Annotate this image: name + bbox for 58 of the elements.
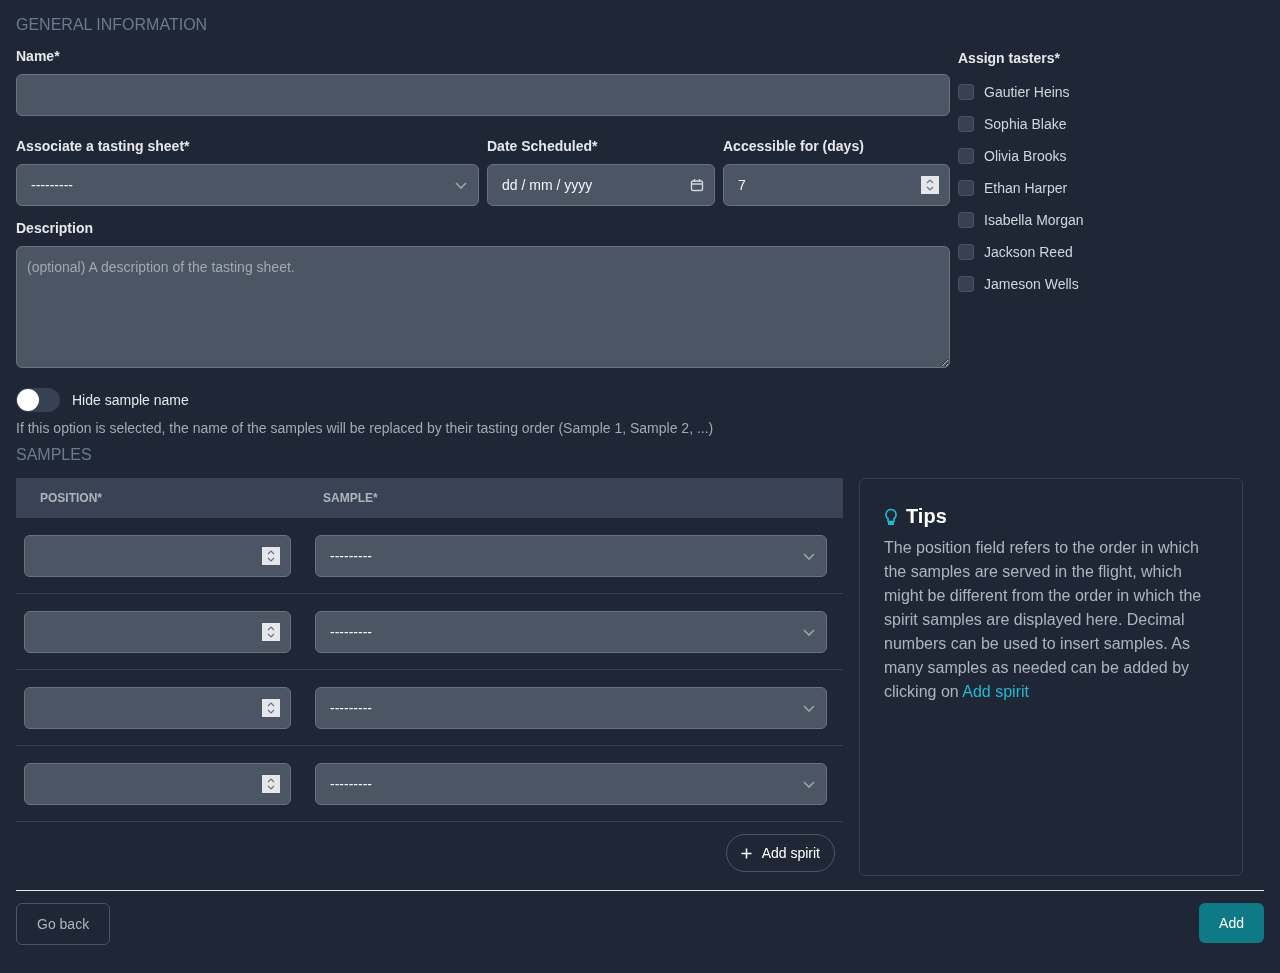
spinner-icon (921, 176, 939, 194)
taster-name: Jameson Wells (984, 276, 1079, 292)
sample-select[interactable]: --------- (315, 534, 827, 577)
add-spirit-link[interactable]: Add spirit (962, 683, 1029, 700)
checkbox[interactable] (958, 84, 974, 100)
checkbox[interactable] (958, 116, 974, 132)
checkbox[interactable] (958, 148, 974, 164)
add-button[interactable]: Add (1199, 903, 1264, 943)
chevron-down-icon (802, 626, 816, 637)
toggle-label: Hide sample name (72, 392, 189, 408)
taster-name: Olivia Brooks (984, 148, 1067, 164)
toggle-switch[interactable] (16, 388, 60, 412)
column-header: POSITION* (39, 491, 103, 505)
taster-name: Jackson Reed (984, 244, 1073, 260)
column-header: SAMPLE* (323, 491, 378, 505)
description-field[interactable]: (optional) A description of the tasting sheet. (16, 246, 950, 368)
sample-select[interactable]: --------- (315, 686, 827, 729)
calendar-icon (690, 178, 704, 192)
taster-name: Gautier Heins (984, 84, 1070, 100)
field-label: Description (16, 220, 94, 238)
checkbox[interactable] (958, 212, 974, 228)
chevron-down-icon (802, 778, 816, 789)
spinner-icon (262, 774, 280, 793)
plus-icon (740, 847, 752, 859)
taster-name: Isabella Morgan (984, 212, 1084, 228)
taster-name: Sophia Blake (984, 116, 1067, 132)
field-label: Accessible for (days) (723, 138, 865, 156)
spinner-icon (262, 546, 280, 565)
spinner-icon (262, 698, 280, 717)
position-field[interactable] (24, 534, 291, 577)
help-text: If this option is selected, the name of the samples will be replaced by their tasting order (Sample 1, Sample 2, ...) (16, 420, 715, 436)
section-heading: SAMPLES (16, 446, 93, 465)
taster-name: Ethan Harper (984, 180, 1068, 196)
name-field[interactable] (16, 74, 950, 116)
date-field[interactable]: dd / mm / yyyy (487, 164, 715, 206)
checkbox[interactable] (958, 276, 974, 292)
tips-text: The position field refers to the order in which the samples are served in the flight, which might be different from the order in which the spirit samples are displayed here. Decimal numbers can be used to insert samples. As many samples as needed can be added by clicking on Add spirit (884, 538, 1203, 702)
chevron-down-icon (454, 180, 468, 190)
field-label: Associate a tasting sheet* (16, 138, 191, 156)
sample-select[interactable]: --------- (315, 610, 827, 653)
go-back-button[interactable]: Go back (16, 903, 111, 945)
field-label: Name* (16, 48, 61, 66)
checkbox[interactable] (958, 244, 974, 260)
position-field[interactable] (24, 686, 291, 729)
chevron-down-icon (802, 550, 816, 561)
section-heading: GENERAL INFORMATION (16, 16, 209, 35)
field-label: Assign tasters* (958, 50, 1061, 68)
tips-heading: Tips (906, 505, 947, 528)
chevron-down-icon (802, 702, 816, 713)
field-label: Date Scheduled* (487, 138, 599, 156)
position-field[interactable] (24, 762, 291, 805)
spinner-icon (262, 622, 280, 641)
days-field[interactable]: 7 (723, 164, 950, 206)
checkbox[interactable] (958, 180, 974, 196)
tasting-sheet-select[interactable]: --------- (16, 164, 479, 206)
sample-select[interactable]: --------- (315, 762, 827, 805)
lightbulb-icon (884, 507, 898, 526)
position-field[interactable] (24, 610, 291, 653)
